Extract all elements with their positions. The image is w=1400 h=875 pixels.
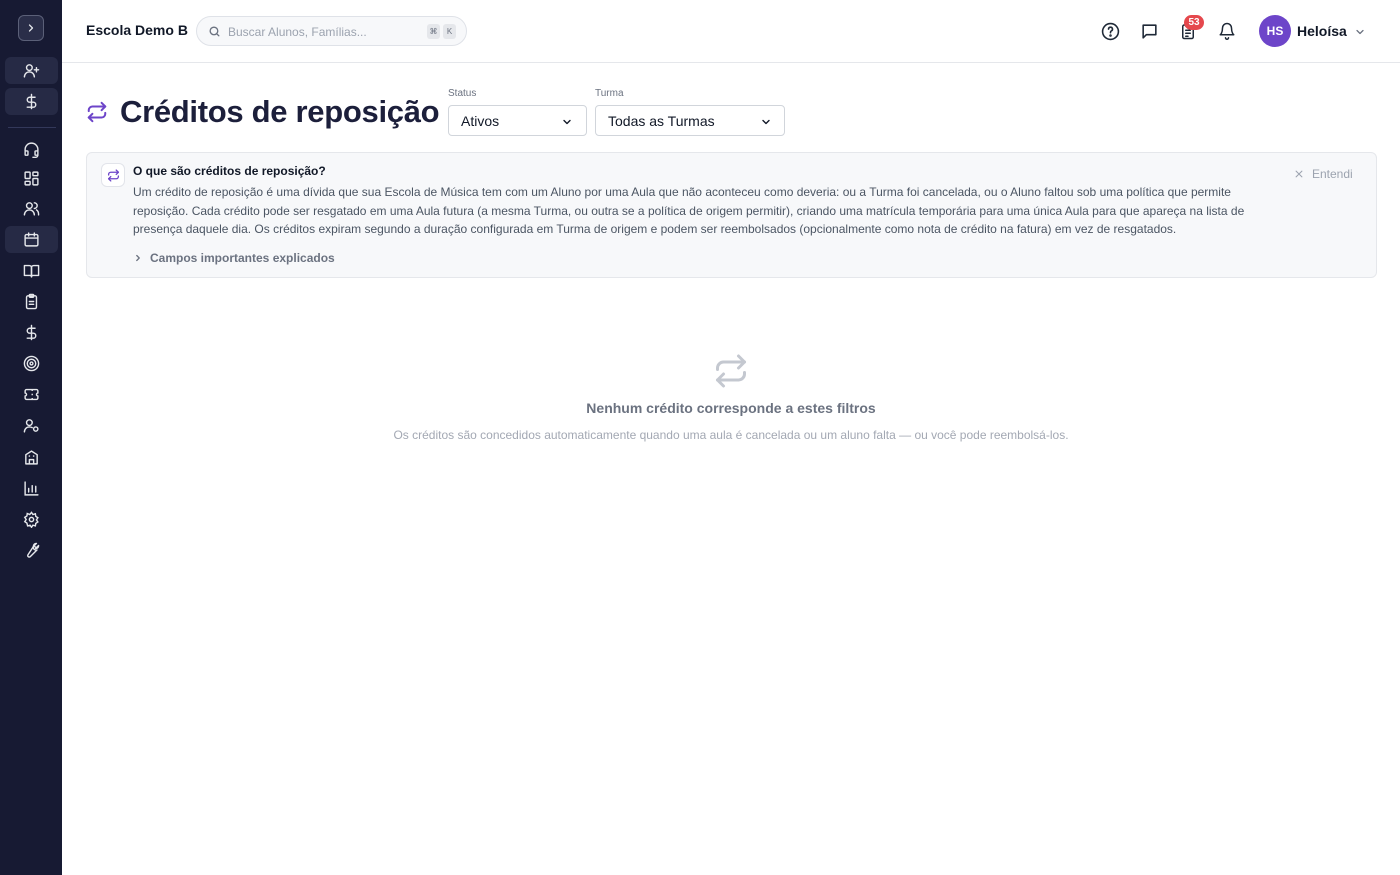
- chevron-down-icon: [563, 119, 571, 125]
- help-button[interactable]: [1099, 20, 1121, 42]
- building-icon: [25, 450, 38, 465]
- messages-button[interactable]: [1138, 20, 1160, 42]
- book-open-icon: [23, 264, 40, 278]
- chevron-down-icon[interactable]: [1354, 26, 1366, 38]
- global-search[interactable]: ⌘ K: [196, 16, 467, 46]
- search-input[interactable]: [228, 23, 418, 41]
- sidebar-item-school[interactable]: [5, 444, 58, 471]
- gear-icon: [23, 511, 39, 528]
- school-name[interactable]: Escola Demo B: [86, 22, 188, 38]
- sidebar-expand-button[interactable]: [18, 15, 44, 41]
- dashboard-icon: [24, 171, 39, 186]
- dollar-icon: [26, 93, 37, 110]
- message-square-icon: [1141, 23, 1157, 39]
- shortcut-key-cmd: ⌘: [427, 24, 440, 39]
- info-callout-body: Um crédito de reposição é uma dívida que…: [133, 185, 1245, 236]
- calendar-icon: [24, 232, 39, 247]
- sidebar-item-add-student[interactable]: [5, 57, 58, 84]
- chevron-down-icon: [762, 119, 770, 125]
- turma-filter-label: Turma: [595, 88, 624, 99]
- dollar-icon: [26, 324, 37, 341]
- user-avatar[interactable]: HS: [1259, 15, 1291, 47]
- dismiss-callout-label: Entendi: [1312, 167, 1353, 181]
- page-title: Créditos de reposição: [120, 94, 440, 129]
- sidebar-item-support[interactable]: [5, 136, 58, 163]
- bar-chart-icon: [24, 481, 39, 496]
- info-callout-title: O que são créditos de reposição?: [133, 164, 326, 178]
- users-icon: [23, 202, 40, 216]
- sidebar-item-dashboard[interactable]: [5, 165, 58, 192]
- sidebar-item-attendance[interactable]: [5, 288, 58, 315]
- info-callout: O que são créditos de reposição? Um créd…: [86, 152, 1377, 278]
- sidebar-item-reports[interactable]: [5, 475, 58, 502]
- sidebar-item-tools[interactable]: [5, 537, 58, 564]
- status-filter-select[interactable]: Ativos: [448, 105, 587, 136]
- notifications-button[interactable]: [1216, 20, 1238, 42]
- shortcut-key-k: K: [443, 24, 456, 39]
- headset-icon: [24, 142, 39, 158]
- bell-icon: [1219, 22, 1235, 40]
- empty-state-title: Nenhum crédito corresponde a estes filtr…: [586, 400, 876, 416]
- target-icon: [23, 355, 40, 372]
- repeat-icon: [716, 354, 746, 388]
- user-name[interactable]: Heloísa: [1297, 23, 1347, 39]
- sidebar-item-calendar[interactable]: [5, 226, 58, 253]
- repeat-icon: [87, 101, 107, 123]
- repeat-icon: [107, 168, 119, 182]
- sidebar-item-goals[interactable]: [5, 350, 58, 377]
- chevron-right-icon: [136, 254, 140, 262]
- important-fields-label: Campos importantes explicados: [150, 251, 335, 265]
- sidebar-item-finance[interactable]: [5, 319, 58, 346]
- turma-filter-select[interactable]: Todas as Turmas: [595, 105, 785, 136]
- sidebar-divider: [8, 127, 56, 128]
- tasks-count-badge: 53: [1184, 15, 1204, 30]
- sidebar-item-payment[interactable]: [5, 88, 58, 115]
- user-plus-icon: [23, 64, 40, 78]
- clipboard-icon: [25, 293, 38, 310]
- top-header: Escola Demo B ⌘ K 53 HS Heloísa: [62, 0, 1400, 63]
- help-circle-icon: [1101, 22, 1119, 40]
- sidebar-item-settings[interactable]: [5, 506, 58, 533]
- turma-filter-value: Todas as Turmas: [608, 113, 715, 129]
- search-icon: [209, 26, 220, 37]
- empty-state-subtitle: Os créditos são concedidos automaticamen…: [393, 428, 1069, 442]
- status-filter-label: Status: [448, 88, 477, 99]
- important-fields-toggle[interactable]: Campos importantes explicados: [133, 251, 335, 265]
- chevron-right-icon: [28, 24, 34, 32]
- dismiss-callout-button[interactable]: Entendi: [1294, 167, 1353, 181]
- info-callout-icon-box: [101, 163, 125, 187]
- close-icon: [1295, 170, 1303, 178]
- wrench-icon: [27, 542, 40, 558]
- sidebar-item-courses[interactable]: [5, 257, 58, 284]
- sidebar-item-students[interactable]: [5, 195, 58, 222]
- status-filter-value: Ativos: [461, 113, 500, 129]
